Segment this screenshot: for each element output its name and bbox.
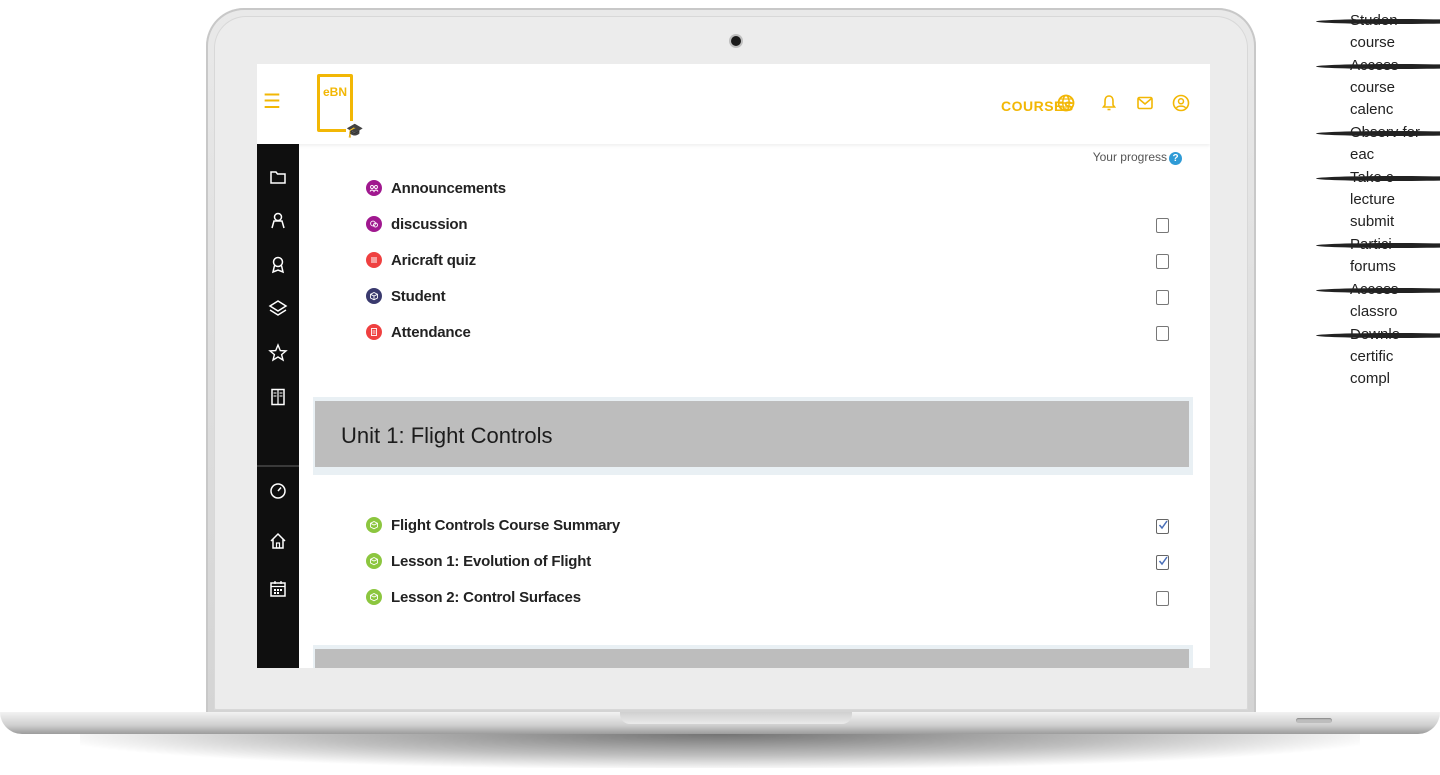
user-badge-icon[interactable] [267,210,289,232]
sidebar-divider [257,465,299,467]
activity-discussion[interactable]: discussion [366,213,468,235]
laptop-notch [620,712,852,724]
activity-label: Student [391,287,446,305]
activity-student[interactable]: Student [366,285,446,307]
feature-list: Studen course Access course calenc Obser… [1316,10,1440,390]
graduation-cap-icon: 🎓 [346,121,364,139]
activity-label: Attendance [391,323,471,341]
completion-checkbox[interactable] [1156,326,1169,341]
activity-flight-controls-course-summary[interactable]: Flight Controls Course Summary [366,514,620,536]
bullet-icon [1316,333,1440,338]
app-screen: ☰ eBN 🎓 COURSES Your progress ? Announce… [257,64,1210,668]
bell-icon[interactable] [1100,94,1118,112]
checkmark-icon [1158,556,1168,566]
feature-item: Access classro [1316,279,1440,323]
section-unit-1: Unit 1: Flight Controls [313,397,1193,475]
activity-label: Announcements [391,179,506,197]
next-section-header [313,645,1193,668]
star-icon[interactable] [267,342,289,364]
completion-checkbox[interactable] [1156,290,1169,305]
feature-item-text: Observ for eac [1350,124,1420,163]
forum-icon [366,180,382,196]
calendar-icon[interactable] [267,578,289,600]
next-section-bar [315,649,1189,668]
progress-label: Your progress? [1093,150,1182,165]
activity-lesson-1[interactable]: Lesson 1: Evolution of Flight [366,550,591,572]
section-title: Unit 1: Flight Controls [341,423,553,448]
bullet-icon [1316,243,1440,248]
user-icon[interactable] [1172,94,1190,112]
feature-item-text: Partici forums [1350,236,1396,275]
completion-checkbox[interactable] [1156,591,1169,606]
activity-attendance[interactable]: Attendance [366,321,471,343]
webcam [731,36,741,46]
section-header[interactable]: Unit 1: Flight Controls [315,401,1189,467]
folder-icon[interactable] [267,166,289,188]
bullet-icon [1316,176,1440,181]
completion-checkbox[interactable] [1156,254,1169,269]
completion-checkbox[interactable] [1156,218,1169,233]
feature-item: Downlo certific compl [1316,324,1440,390]
logo-text: eBN [323,85,348,99]
package-icon [366,288,382,304]
logo[interactable]: eBN 🎓 [317,74,364,139]
activity-aricraft-quiz[interactable]: Aricraft quiz [366,249,476,271]
feature-item: Observ for eac [1316,122,1440,166]
scorm-package-icon [366,553,382,569]
help-icon[interactable]: ? [1169,152,1182,165]
globe-icon[interactable] [1057,94,1075,112]
activity-label: Flight Controls Course Summary [391,516,621,534]
activity-label: discussion [391,215,468,233]
bullet-icon [1316,19,1440,24]
activity-label: Aricraft quiz [391,251,476,269]
book-icon[interactable] [267,386,289,408]
feature-item: Partici forums [1316,234,1440,278]
checkmark-icon [1158,520,1168,530]
activity-label: Lesson 1: Evolution of Flight [391,552,592,570]
activity-announcements[interactable]: Announcements [366,177,506,199]
hamburger-icon[interactable]: ☰ [263,92,281,112]
laptop-shadow [80,734,1360,768]
course-content: Your progress? Announcements discussion … [299,144,1210,668]
scorm-package-icon [366,517,382,533]
attendance-icon [366,324,382,340]
completion-checkbox-checked[interactable] [1156,555,1169,570]
completion-checkbox-checked[interactable] [1156,519,1169,534]
mail-icon[interactable] [1136,94,1154,112]
activity-lesson-2[interactable]: Lesson 2: Control Surfaces [366,586,581,608]
bullet-icon [1316,288,1440,293]
feature-item-text: Access classro [1350,281,1398,320]
dashboard-icon[interactable] [267,480,289,502]
progress-label-text: Your progress [1092,150,1167,164]
scorm-package-icon [366,589,382,605]
home-icon[interactable] [267,530,289,552]
chat-icon [366,216,382,232]
quiz-icon [366,252,382,268]
bullet-icon [1316,131,1440,136]
top-navbar: ☰ eBN 🎓 COURSES [257,64,1210,144]
bullet-icon [1316,64,1440,69]
award-icon[interactable] [267,254,289,276]
activity-label: Lesson 2: Control Surfaces [391,588,581,606]
feature-item: Access course calenc [1316,55,1440,121]
sidebar [257,144,299,668]
feature-item: Take c lecture submit [1316,167,1440,233]
feature-item: Studen course [1316,10,1440,54]
feature-item-text: Studen course [1350,12,1398,51]
laptop-slot [1296,718,1332,723]
layers-icon[interactable] [267,298,289,320]
